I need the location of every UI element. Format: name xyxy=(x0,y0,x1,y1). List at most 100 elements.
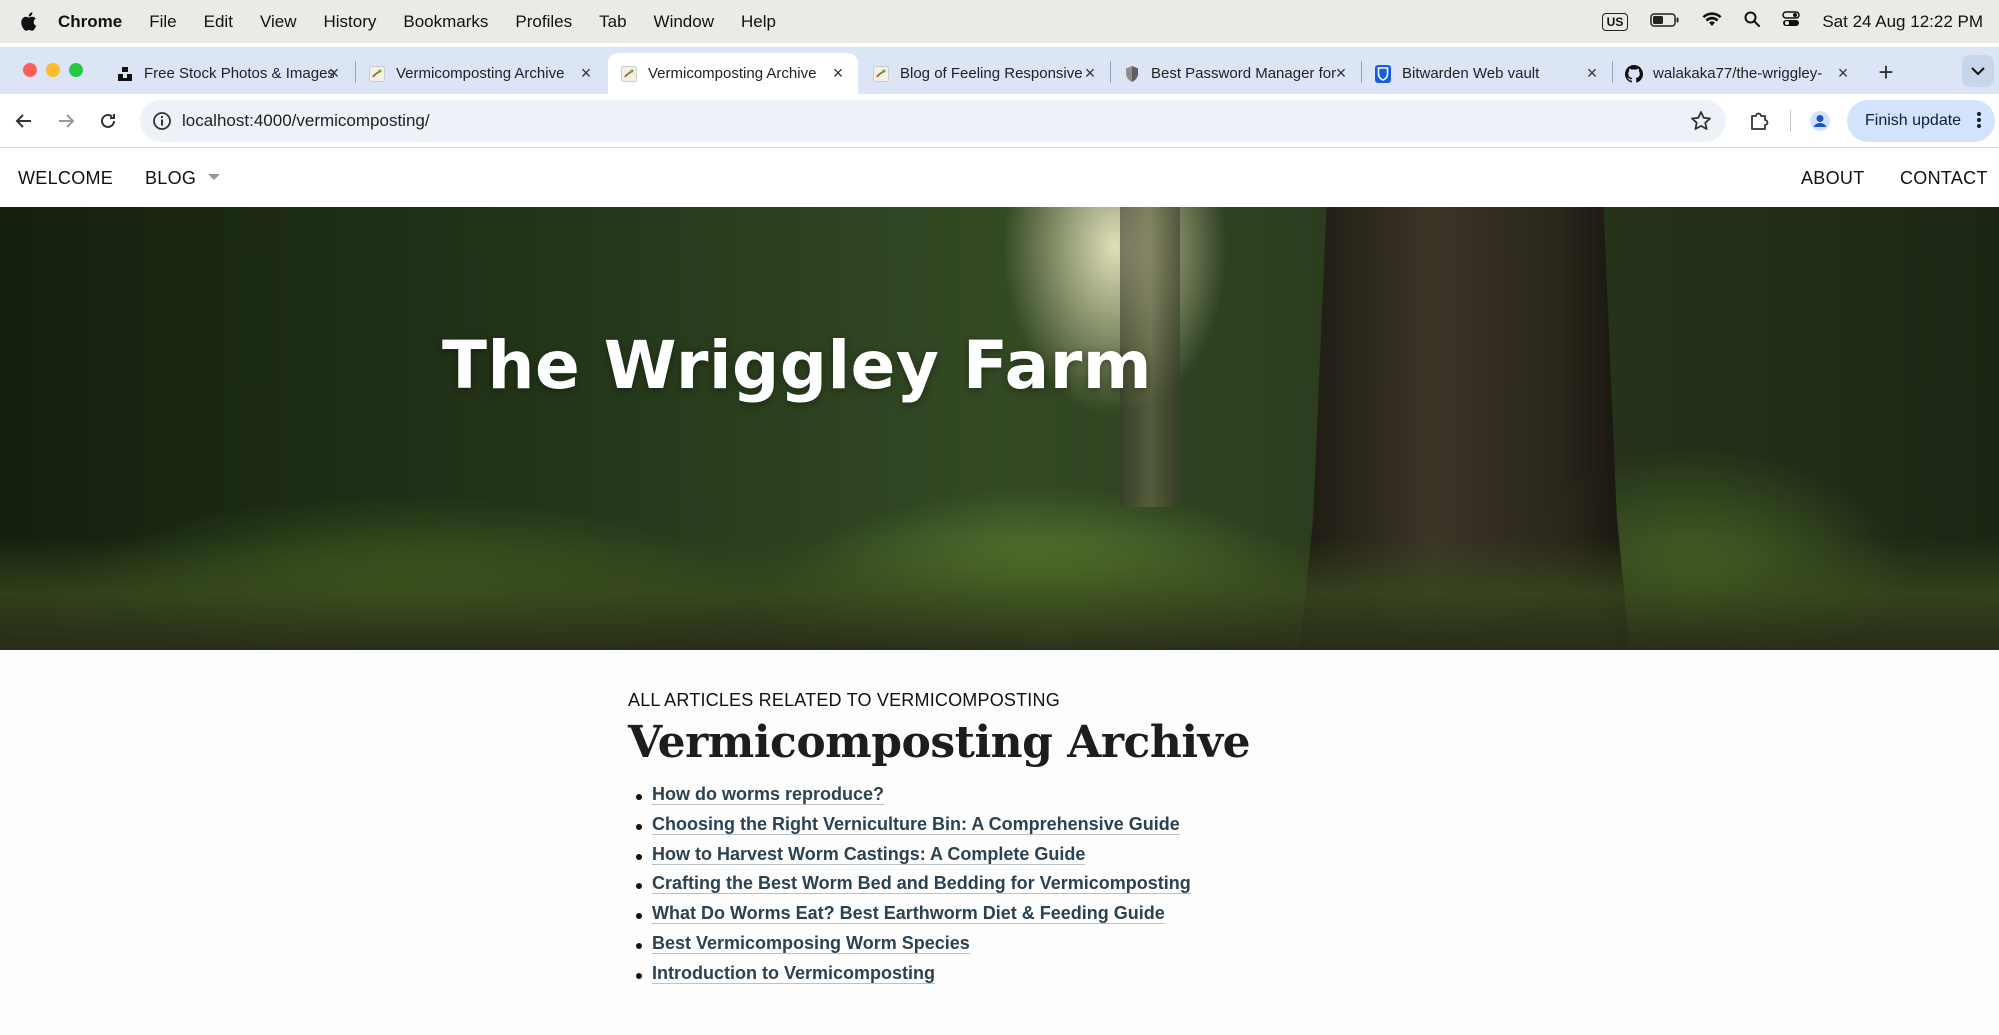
spotlight-search-icon[interactable] xyxy=(1744,11,1761,32)
tab-title: Bitwarden Web vault xyxy=(1402,65,1540,82)
tab-password-manager[interactable]: Best Password Manager for × xyxy=(1111,53,1361,94)
bitwarden-icon xyxy=(1374,64,1392,83)
list-item: Best Vermicomposing Worm Species xyxy=(628,932,1428,963)
bookmark-star-icon[interactable] xyxy=(1690,110,1712,132)
puzzle-piece-icon xyxy=(1751,112,1769,130)
hero-title: The Wriggley Farm xyxy=(442,327,1153,404)
tab-title: Free Stock Photos & Images xyxy=(144,65,334,82)
list-item: What Do Worms Eat? Best Earthworm Diet &… xyxy=(628,903,1428,933)
url-text[interactable]: localhost:4000/vermicomposting/ xyxy=(182,111,430,131)
arrow-left-icon xyxy=(15,114,31,128)
tab-close-icon[interactable]: × xyxy=(1833,63,1853,83)
control-center-icon[interactable] xyxy=(1782,11,1801,32)
zoom-window-button[interactable] xyxy=(69,63,83,77)
tab-unsplash[interactable]: Free Stock Photos & Images × xyxy=(104,53,354,94)
reload-button[interactable] xyxy=(94,107,122,135)
tab-vermicomposting-archive-1[interactable]: Vermicomposting Archive × xyxy=(356,53,606,94)
nav-welcome[interactable]: WELCOME xyxy=(18,168,113,189)
new-tab-button[interactable]: + xyxy=(1872,57,1900,87)
article-link[interactable]: Crafting the Best Worm Bed and Bedding f… xyxy=(652,873,1191,895)
nav-about[interactable]: ABOUT xyxy=(1801,168,1865,189)
worm-favicon-icon xyxy=(368,65,386,83)
tab-title: walakaka77/the-wriggley- xyxy=(1653,65,1823,82)
tab-title: Vermicomposting Archive xyxy=(396,65,565,82)
arrow-right-icon xyxy=(59,114,75,128)
address-bar[interactable]: localhost:4000/vermicomposting/ xyxy=(140,100,1726,142)
profile-button[interactable] xyxy=(1806,107,1834,135)
tab-close-icon[interactable]: × xyxy=(576,63,596,83)
finish-update-button[interactable]: Finish update xyxy=(1847,100,1995,142)
worm-favicon-icon xyxy=(872,65,890,83)
tab-vermicomposting-archive-active[interactable]: Vermicomposting Archive × xyxy=(608,53,858,94)
tab-github-repo[interactable]: walakaka77/the-wriggley- × xyxy=(1613,53,1863,94)
archive-kicker: ALL ARTICLES RELATED TO VERMICOMPOSTING xyxy=(628,690,1060,710)
menu-app-name[interactable]: Chrome xyxy=(58,12,122,32)
menu-file[interactable]: File xyxy=(149,12,176,32)
extensions-button[interactable] xyxy=(1745,107,1773,135)
back-button[interactable] xyxy=(10,107,38,135)
article-link[interactable]: How to Harvest Worm Castings: A Complete… xyxy=(652,843,1086,865)
minimize-window-button[interactable] xyxy=(46,63,60,77)
chevron-down-icon xyxy=(1971,67,1985,76)
nav-contact[interactable]: CONTACT xyxy=(1900,168,1988,189)
menu-edit[interactable]: Edit xyxy=(204,12,233,32)
site-info-icon[interactable] xyxy=(152,111,172,131)
menu-window[interactable]: Window xyxy=(654,12,714,32)
menu-tab[interactable]: Tab xyxy=(599,12,626,32)
reload-icon xyxy=(101,113,115,128)
menu-profiles[interactable]: Profiles xyxy=(515,12,572,32)
menubar-clock[interactable]: Sat 24 Aug 12:22 PM xyxy=(1822,12,1983,32)
forward-button[interactable] xyxy=(52,107,80,135)
toolbar-divider xyxy=(1790,110,1791,132)
site-nav: WELCOME BLOG ABOUT CONTACT xyxy=(0,149,1999,207)
macos-menu-bar: Chrome File Edit View History Bookmarks … xyxy=(0,0,1999,43)
url-path: :4000/vermicomposting/ xyxy=(249,111,430,130)
tab-title: Blog of Feeling Responsive xyxy=(900,65,1083,82)
nav-blog[interactable]: BLOG xyxy=(145,168,221,189)
url-host: localhost xyxy=(182,111,250,130)
article-link[interactable]: What Do Worms Eat? Best Earthworm Diet &… xyxy=(652,903,1165,925)
status-area: US Sat 24 Aug 12:22 PM xyxy=(1601,0,1983,43)
close-window-button[interactable] xyxy=(23,63,37,77)
list-item: How to Harvest Worm Castings: A Complete… xyxy=(628,843,1428,874)
list-item: How do worms reproduce? xyxy=(628,784,1428,814)
menu-help[interactable]: Help xyxy=(741,12,776,32)
avatar-icon xyxy=(1810,111,1830,131)
article-link[interactable]: Choosing the Right Verniculture Bin: A C… xyxy=(652,813,1180,835)
unsplash-icon xyxy=(116,65,134,83)
github-icon xyxy=(1625,64,1643,83)
article-link[interactable]: Introduction to Vermicomposting xyxy=(652,962,935,984)
article-list: How do worms reproduce? Choosing the Rig… xyxy=(628,784,1428,993)
tab-search-button[interactable] xyxy=(1962,55,1994,87)
tab-close-icon[interactable]: × xyxy=(1080,63,1100,83)
list-item: Introduction to Vermicomposting xyxy=(628,962,1428,993)
list-item: Crafting the Best Worm Bed and Bedding f… xyxy=(628,873,1428,903)
tab-close-icon[interactable]: × xyxy=(1331,63,1351,83)
article-link[interactable]: Best Vermicomposing Worm Species xyxy=(652,932,970,954)
menu-bookmarks[interactable]: Bookmarks xyxy=(403,12,488,32)
archive-content: ALL ARTICLES RELATED TO VERMICOMPOSTING … xyxy=(628,690,1428,993)
tab-blog-feeling-responsive[interactable]: Blog of Feeling Responsive × xyxy=(860,53,1110,94)
shield-icon xyxy=(1123,65,1141,83)
page-title: Vermicomposting Archive xyxy=(628,717,1251,768)
hero-forest-floor xyxy=(0,537,1999,650)
tab-bitwarden-web-vault[interactable]: Bitwarden Web vault × xyxy=(1362,53,1612,94)
wifi-icon[interactable] xyxy=(1702,11,1722,32)
tab-title: Vermicomposting Archive xyxy=(648,65,817,82)
worm-favicon-icon xyxy=(620,65,638,83)
apple-logo-icon[interactable] xyxy=(18,11,38,33)
input-source-badge[interactable]: US xyxy=(1601,12,1629,31)
list-item: Choosing the Right Verniculture Bin: A C… xyxy=(628,813,1428,844)
tab-close-icon[interactable]: × xyxy=(1582,63,1602,83)
finish-update-label: Finish update xyxy=(1865,112,1962,129)
menu-history[interactable]: History xyxy=(323,12,376,32)
tab-title: Best Password Manager for xyxy=(1151,65,1337,82)
browser-toolbar: localhost:4000/vermicomposting/ Finish u… xyxy=(0,94,1999,148)
more-vert-icon xyxy=(1977,112,1981,128)
article-link[interactable]: How do worms reproduce? xyxy=(652,784,885,805)
tab-close-icon[interactable]: × xyxy=(324,63,344,83)
menu-view[interactable]: View xyxy=(260,12,297,32)
hero-banner: The Wriggley Farm xyxy=(0,207,1999,650)
battery-icon[interactable] xyxy=(1650,12,1680,32)
tab-close-icon[interactable]: × xyxy=(828,63,848,83)
